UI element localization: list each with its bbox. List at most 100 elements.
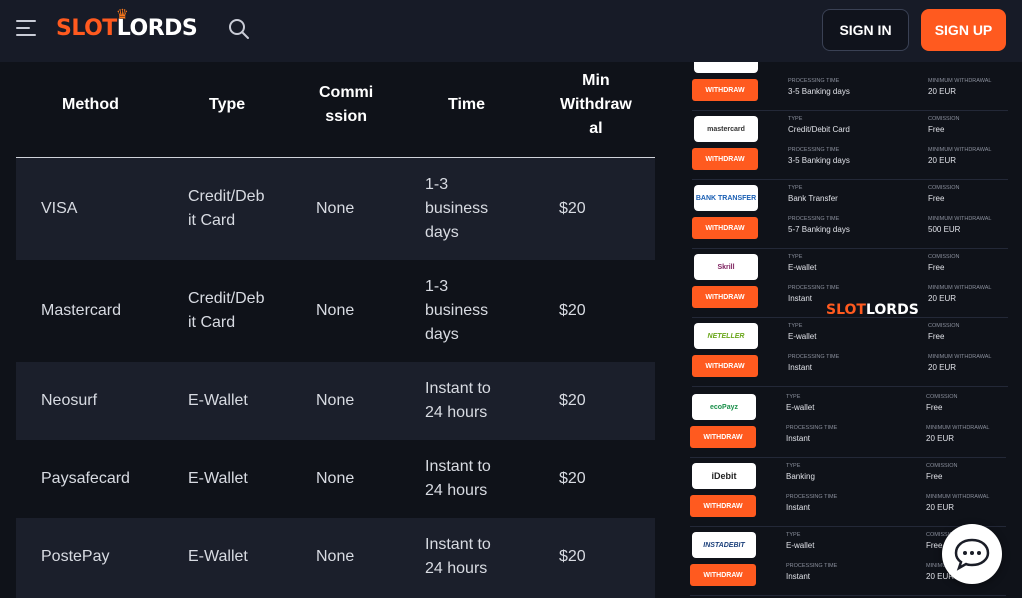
- header-time: Time: [448, 93, 485, 117]
- cell-time-line: 1-3: [425, 278, 449, 295]
- header-type-text: Type: [209, 96, 246, 113]
- cell-time-line: Instant to: [425, 458, 491, 475]
- cell-time-line: 24 hours: [425, 404, 488, 421]
- type-value: Credit/Debit Card: [788, 125, 850, 134]
- commission-label: COMISSION: [926, 394, 958, 400]
- cell-type: E-Wallet: [188, 392, 248, 409]
- payment-method-card: ecoPayz WITHDRAW TYPE E-wallet COMISSION…: [690, 389, 1006, 458]
- payment-logo: iDebit: [692, 463, 756, 489]
- cell-method: Mastercard: [41, 302, 122, 319]
- withdraw-button[interactable]: WITHDRAW: [692, 217, 758, 239]
- payment-logo: mastercard: [694, 116, 758, 142]
- header-commission: Commi ssion: [319, 81, 373, 129]
- cell-type-line: Credit/Deb: [188, 188, 265, 205]
- commission-value: Free: [926, 472, 943, 481]
- processing-label: PROCESSING TIME: [786, 494, 838, 500]
- cell-commission: None: [316, 548, 355, 565]
- min-withdrawal-label: MINIMUM WITHDRAWAL: [928, 354, 992, 360]
- min-withdrawal-value: 20 EUR: [928, 87, 957, 96]
- cell-time-line: business: [425, 302, 489, 319]
- cell-min: $20: [559, 470, 586, 487]
- type-label: TYPE: [786, 532, 801, 538]
- cell-time-line: days: [425, 224, 459, 241]
- search-icon[interactable]: [228, 18, 250, 40]
- cell-type-line: it Card: [188, 212, 236, 229]
- cell-type: E-Wallet: [188, 548, 248, 565]
- sign-up-button[interactable]: SIGN UP: [921, 9, 1006, 51]
- commission-value: Free: [928, 332, 945, 341]
- commission-value: Free: [928, 263, 945, 272]
- logo-lords-text: LORDS: [116, 16, 198, 41]
- processing-label: PROCESSING TIME: [788, 285, 840, 291]
- payment-method-card: BANK TRANSFER WITHDRAW TYPE Bank Transfe…: [692, 180, 1008, 249]
- cell-time-line: 24 hours: [425, 482, 488, 499]
- payment-logo: INSTADEBIT: [692, 532, 756, 558]
- commission-label: COMISSION: [928, 254, 960, 260]
- withdraw-button[interactable]: WITHDRAW: [690, 495, 756, 517]
- cell-type-line: it Card: [188, 314, 236, 331]
- payment-methods-image-panel: INSTADEBIT WITHDRAW TYPE E-wallet COMISS…: [668, 62, 1022, 598]
- processing-value: 3-5 Banking days: [788, 87, 850, 96]
- cell-time: Instant to 24 hours: [425, 455, 491, 503]
- commission-value: Free: [926, 541, 943, 550]
- cell-min: $20: [559, 302, 586, 319]
- min-withdrawal-label: MINIMUM WITHDRAWAL: [926, 425, 990, 431]
- commission-label: COMISSION: [928, 323, 960, 329]
- commission-label: COMISSION: [926, 463, 958, 469]
- crown-icon: ♛: [116, 7, 129, 23]
- watermark-slot-text: SLOT: [826, 302, 866, 318]
- cell-time: 1-3 business days: [425, 173, 488, 245]
- withdraw-button[interactable]: WITHDRAW: [690, 426, 756, 448]
- header-min-line: al: [589, 120, 603, 137]
- cell-min: $20: [559, 548, 586, 565]
- processing-value: Instant: [786, 572, 811, 581]
- site-header: ♛ SLOTLORDS SIGN IN SIGN UP: [0, 0, 1022, 62]
- commission-value: Free: [928, 125, 945, 134]
- cell-type-line: Credit/Deb: [188, 290, 265, 307]
- sign-in-button[interactable]: SIGN IN: [822, 9, 909, 51]
- withdraw-button[interactable]: WITHDRAW: [692, 286, 758, 308]
- payment-method-card: mastercard WITHDRAW TYPE Credit/Debit Ca…: [692, 111, 1008, 180]
- cell-type: Credit/Deb it Card: [188, 287, 264, 335]
- cell-time-line: days: [425, 326, 459, 343]
- withdraw-button[interactable]: WITHDRAW: [692, 148, 758, 170]
- site-logo[interactable]: ♛ SLOTLORDS: [56, 7, 198, 41]
- cell-method: VISA: [41, 200, 78, 217]
- commission-value: Free: [926, 403, 943, 412]
- payment-logo: Skrill: [694, 254, 758, 280]
- table-row: VISA Credit/Deb it Card None 1-3 busines…: [16, 158, 655, 260]
- withdraw-button[interactable]: WITHDRAW: [692, 79, 758, 101]
- cell-time-line: 24 hours: [425, 560, 488, 577]
- cell-min: $20: [559, 200, 586, 217]
- min-withdrawal-value: 20 EUR: [928, 363, 957, 372]
- type-label: TYPE: [786, 463, 801, 469]
- withdraw-button[interactable]: WITHDRAW: [692, 355, 758, 377]
- withdraw-button[interactable]: WITHDRAW: [690, 564, 756, 586]
- min-withdrawal-value: 500 EUR: [928, 225, 961, 234]
- type-value: Banking: [786, 472, 815, 481]
- cell-method: PostePay: [41, 548, 110, 565]
- table-header: Method Type Commi ssion Time Min Withdra…: [16, 62, 655, 158]
- commission-label: COMISSION: [928, 116, 960, 122]
- cell-time-line: 1-3: [425, 176, 449, 193]
- type-label: TYPE: [788, 116, 803, 122]
- cell-time: Instant to 24 hours: [425, 377, 491, 425]
- payment-logo: [694, 62, 758, 73]
- type-label: TYPE: [788, 323, 803, 329]
- payment-method-card: iDebit WITHDRAW TYPE Banking COMISSION F…: [690, 458, 1006, 527]
- min-withdrawal-label: MINIMUM WITHDRAWAL: [928, 147, 992, 153]
- min-withdrawal-value: 20 EUR: [926, 503, 955, 512]
- cell-time: Instant to 24 hours: [425, 533, 491, 581]
- header-min-withdrawal: Min Withdraw al: [560, 69, 632, 141]
- commission-value: Free: [928, 194, 945, 203]
- live-chat-button[interactable]: [942, 524, 1002, 584]
- min-withdrawal-value: 20 EUR: [926, 434, 955, 443]
- min-withdrawal-value: 20 EUR: [928, 294, 957, 303]
- type-label: TYPE: [788, 185, 803, 191]
- processing-value: Instant: [786, 434, 811, 443]
- min-withdrawal-label: MINIMUM WITHDRAWAL: [928, 285, 992, 291]
- hamburger-menu-icon[interactable]: [16, 20, 38, 38]
- watermark-lords-text: LORDS: [865, 302, 919, 318]
- processing-value: Instant: [788, 294, 813, 303]
- min-withdrawal-label: MINIMUM WITHDRAWAL: [928, 78, 992, 84]
